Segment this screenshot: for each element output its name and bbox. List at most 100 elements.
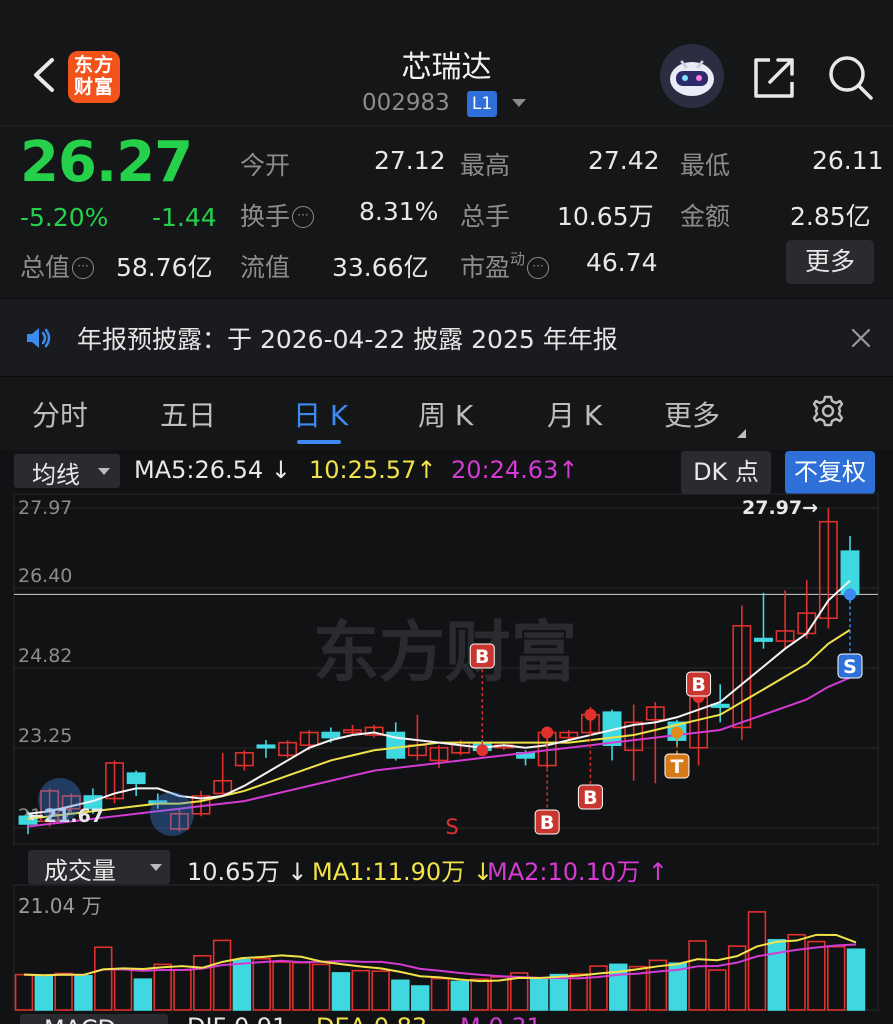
low-label: 最低 [680, 151, 731, 180]
vol-ma1-readout: MA1:11.90万 ↓ [312, 858, 493, 886]
volume-bar [133, 978, 153, 1011]
price-axis-labels: 27.9726.4024.8223.2521.67 [18, 497, 72, 827]
ma20-readout: 20:24.63↑ [451, 456, 579, 484]
buy-marker-label: B [540, 812, 554, 834]
y-tick-label: 26.40 [18, 565, 72, 587]
info-icon[interactable]: ··· [527, 257, 550, 279]
volume-value: 10.65万 [557, 202, 654, 231]
pe-value: 46.74 [586, 248, 658, 277]
candle-body [840, 550, 860, 596]
share-icon[interactable] [748, 52, 800, 104]
volume-bar [787, 933, 806, 1011]
search-icon[interactable] [825, 52, 877, 104]
volume-max-label: 21.04 万 [18, 894, 102, 918]
volume-bar [549, 973, 569, 1011]
volume-bar [490, 976, 509, 1011]
ma5-text: MA5:26.54 [134, 456, 264, 484]
max-price-marker: 27.97→ [742, 497, 818, 519]
ma-type-dropdown[interactable]: 均线 [14, 454, 120, 489]
volume-bar [212, 939, 232, 1011]
tab-monthly-k[interactable]: 月 K [547, 394, 602, 434]
volume-bar [272, 961, 291, 1011]
turnover-value: 8.31% [359, 197, 439, 226]
volume-bar [371, 970, 390, 1011]
change-percent: -5.20% [20, 203, 109, 232]
turnover-label: 换手 ··· [240, 197, 315, 233]
change-amount: -1.44 [152, 203, 217, 232]
volume-bar [391, 979, 410, 1011]
volume-bar [94, 946, 113, 1011]
tab-more[interactable]: 更多 [664, 394, 720, 434]
volume-bar [232, 959, 252, 1011]
more-button[interactable]: 更多 [786, 240, 874, 284]
sell-marker-label: S [843, 656, 857, 678]
info-icon[interactable]: ··· [72, 257, 95, 279]
buy-marker-label: B [691, 674, 705, 696]
trade-t-marker-label: T [670, 756, 683, 778]
tab-intraday[interactable]: 分时 [32, 394, 88, 434]
tab-five-day[interactable]: 五日 [160, 394, 216, 434]
volume-bar [450, 980, 470, 1011]
volume-readout: 10.65万 ↓ [187, 858, 308, 886]
open-label: 今开 [240, 151, 291, 180]
pe-label: 市盈动 ··· [460, 248, 550, 284]
info-icon[interactable]: ··· [292, 206, 315, 228]
indicator-label: 成交量 [44, 857, 116, 885]
volume-bar [767, 939, 786, 1011]
ma5-readout: MA5:26.54 ↓ [134, 456, 291, 484]
tab-weekly-k[interactable]: 周 K [418, 394, 473, 434]
total-value-label: 总值 ··· [20, 248, 95, 284]
level-badge[interactable]: L1 [467, 91, 497, 117]
ma10-text: 10:25.57 [309, 456, 417, 484]
indicator-dropdown[interactable]: 成交量 [28, 850, 170, 885]
ma10-readout: 10:25.57↑ [309, 456, 437, 484]
macd-label: MACD [44, 1015, 116, 1024]
kline-chart[interactable]: 东方财富 27.9726.4024.8223.2521.67 BBBBTSS27… [0, 490, 893, 1024]
t-signal-dot [670, 726, 683, 739]
dk-bubble [38, 778, 82, 822]
volume-text: 10.65万 [187, 858, 280, 886]
volume-bar [311, 963, 331, 1011]
s-signal-dot [844, 588, 856, 601]
volume-bar [708, 969, 727, 1011]
float-value: 33.66亿 [332, 253, 429, 282]
volume-bar [113, 968, 133, 1011]
no-adjust-button[interactable]: 不复权 [785, 451, 875, 494]
sell-signal-text: S [445, 815, 458, 839]
macd-m: M 0.31 [460, 1013, 542, 1024]
volume-bar [74, 974, 93, 1011]
volume-bar [331, 972, 351, 1011]
level-dropdown-caret-icon[interactable] [512, 99, 526, 107]
close-icon[interactable] [850, 327, 872, 349]
chevron-down-icon [150, 864, 162, 871]
pe-dynamic-sup: 动 [510, 250, 526, 268]
vol-ma1-text: MA1:11.90万 [312, 858, 466, 886]
volume-bar [14, 973, 34, 1011]
stock-code: 002983 [362, 90, 450, 116]
settings-gear-icon[interactable] [810, 393, 846, 429]
high-value: 27.42 [588, 146, 660, 175]
macd-dropdown[interactable]: MACD [20, 1014, 168, 1024]
float-value-label: 流值 [240, 253, 291, 282]
speaker-icon [27, 328, 51, 348]
volume-bar [430, 977, 450, 1011]
vol-ma2-line [23, 943, 857, 980]
ma-type-label: 均线 [32, 461, 80, 489]
volume-bar [747, 911, 767, 1011]
tab-daily-k[interactable]: 日 K [293, 394, 348, 434]
high-label: 最高 [460, 151, 511, 180]
b-signal-dot [476, 744, 489, 757]
y-tick-label: 27.97 [18, 497, 72, 519]
volume-bar [529, 978, 549, 1011]
volume-bar [826, 945, 846, 1011]
robot-avatar-icon[interactable] [660, 44, 724, 108]
dk-point-button[interactable]: DK 点 [681, 451, 771, 494]
b-signal-dot [584, 708, 597, 721]
volume-bar [54, 972, 73, 1011]
volume-bar [846, 948, 866, 1011]
amount-label: 金额 [680, 202, 731, 231]
total-value: 58.76亿 [116, 253, 213, 282]
current-price: 26.27 [20, 130, 193, 195]
volume-bar [351, 969, 370, 1011]
turnover-label-text: 换手 [240, 202, 291, 231]
